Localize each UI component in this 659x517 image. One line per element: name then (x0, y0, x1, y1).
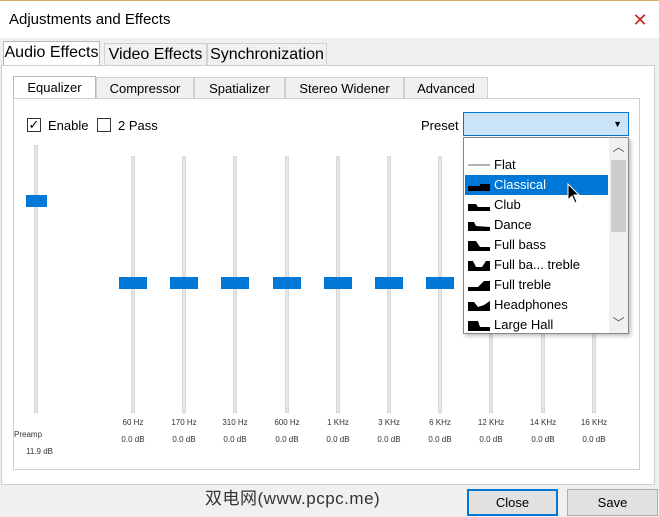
band-slider-thumb[interactable] (119, 277, 147, 289)
preamp-slider-track[interactable] (34, 145, 38, 413)
title-bar: Adjustments and Effects ✕ (0, 0, 659, 38)
save-button[interactable]: Save (567, 489, 658, 516)
preset-option-label: Flat (494, 157, 516, 172)
preset-label: Preset (421, 118, 459, 133)
band-frequency-label: 14 KHz (529, 418, 557, 427)
band-slider-thumb[interactable] (273, 277, 301, 289)
preset-option[interactable]: Classical (465, 175, 608, 195)
large-hall-curve-icon (468, 321, 490, 331)
band-slider-thumb[interactable] (375, 277, 403, 289)
band-value-label: 0.0 dB (275, 435, 299, 444)
band-frequency-label: 1 KHz (327, 418, 349, 427)
band-slider-thumb[interactable] (221, 277, 249, 289)
dropdown-arrow-icon: ▼ (613, 119, 622, 129)
dance-curve-icon (468, 222, 490, 231)
band-value-label: 0.0 dB (121, 435, 145, 444)
subtab-label: Equalizer (27, 80, 82, 95)
subtab-spatializer[interactable]: Spatializer (194, 77, 285, 99)
enable-checkbox[interactable]: ✓ (27, 118, 41, 132)
band-slider-thumb[interactable] (426, 277, 454, 289)
scrollbar-thumb[interactable] (611, 160, 626, 232)
preset-option[interactable]: Full bass (465, 235, 608, 255)
subtab-label: Spatializer (209, 81, 270, 96)
flat-curve-icon (468, 164, 490, 166)
preamp-slider-thumb[interactable] (26, 195, 47, 207)
preset-option-label: Headphones (494, 297, 568, 312)
tab-label: Synchronization (210, 46, 324, 63)
band-value-label: 0.0 dB (479, 435, 503, 444)
preset-option[interactable]: Full ba... treble (465, 255, 608, 275)
band-value-label: 0.0 dB (428, 435, 452, 444)
preset-option[interactable]: Dance (465, 215, 608, 235)
tab-synchronization[interactable]: Synchronization (207, 43, 327, 65)
band-frequency-label: 3 KHz (378, 418, 400, 427)
preamp-label: Preamp (14, 430, 43, 439)
band-frequency-label: 170 Hz (171, 418, 197, 427)
tab-video-effects[interactable]: Video Effects (104, 43, 207, 65)
tab-audio-effects[interactable]: Audio Effects (3, 41, 100, 66)
subtab-label: Compressor (109, 81, 181, 96)
preset-select[interactable]: ▼ (463, 112, 629, 136)
band-frequency-label: 16 KHz (580, 418, 608, 427)
preset-option-label: Full bass (494, 237, 547, 252)
tab-label: Audio Effects (4, 44, 99, 61)
subtab-compressor[interactable]: Compressor (96, 77, 194, 99)
band-value-label: 0.0 dB (172, 435, 196, 444)
subtab-label: Stereo Widener (299, 81, 390, 96)
band-value-label: 0.0 dB (223, 435, 247, 444)
preset-option[interactable]: Club (465, 195, 608, 215)
band-frequency-label: 12 KHz (477, 418, 505, 427)
mouse-cursor-icon (567, 183, 581, 204)
club-curve-icon (468, 204, 490, 211)
two-pass-checkbox[interactable] (97, 118, 111, 132)
window-title: Adjustments and Effects (9, 11, 171, 28)
subtab-stereo-widener[interactable]: Stereo Widener (285, 77, 404, 99)
full-bass-treble-curve-icon (468, 261, 490, 271)
band-value-label: 0.0 dB (531, 435, 555, 444)
band-value-label: 0.0 dB (326, 435, 350, 444)
band-slider-thumb[interactable] (324, 277, 352, 289)
band-frequency-label: 310 Hz (222, 418, 248, 427)
preset-option-label: Full treble (494, 277, 552, 292)
band-frequency-label: 6 KHz (429, 418, 451, 427)
band-value-label: 0.0 dB (377, 435, 401, 444)
preset-option[interactable]: Headphones (465, 295, 608, 315)
preset-option-label: Full ba... treble (494, 257, 580, 272)
watermark: 双电网(www.pcpc.me) (205, 489, 381, 508)
preset-option[interactable]: Large Hall (465, 315, 608, 333)
preset-option-label: Classical (494, 177, 547, 192)
full-treble-curve-icon (468, 281, 490, 291)
band-frequency-label: 600 Hz (274, 418, 300, 427)
full-bass-curve-icon (468, 241, 490, 251)
preset-option[interactable]: Full treble (465, 275, 608, 295)
headphones-curve-icon (468, 301, 490, 311)
preset-option[interactable]: Flat (465, 155, 608, 175)
subtab-advanced[interactable]: Advanced (404, 77, 488, 99)
band-frequency-label: 60 Hz (122, 418, 144, 427)
two-pass-label: 2 Pass (118, 118, 158, 133)
subtab-equalizer[interactable]: Equalizer (13, 76, 96, 100)
preset-option-label: Large Hall (494, 317, 554, 332)
preset-dropdown-list[interactable]: Flat Classical Club Dance Full bass Full ba..… (463, 137, 629, 334)
subtab-label: Advanced (417, 81, 475, 96)
preset-option-label: Club (494, 197, 521, 212)
close-button[interactable]: Close (467, 489, 558, 516)
enable-label: Enable (48, 118, 89, 133)
band-value-label: 0.0 dB (582, 435, 606, 444)
close-icon[interactable]: ✕ (630, 10, 650, 30)
scroll-down-icon[interactable]: ﹀ (609, 314, 628, 332)
preset-option-label: Dance (494, 217, 532, 232)
dropdown-scrollbar[interactable]: ︿ ﹀ (609, 138, 628, 333)
band-slider-thumb[interactable] (170, 277, 198, 289)
preamp-value: 11.9 dB (26, 447, 53, 456)
tab-label: Video Effects (108, 46, 203, 63)
scroll-up-icon[interactable]: ︿ (609, 138, 628, 156)
classical-curve-icon (468, 184, 490, 191)
